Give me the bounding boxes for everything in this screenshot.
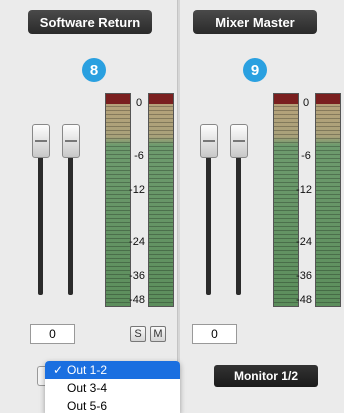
- meter-scale-label: 0: [302, 97, 310, 109]
- monitor-select-button[interactable]: Monitor 1/2: [214, 365, 318, 387]
- meter-scale-label: -36: [296, 270, 312, 282]
- meter-scale-label: -36: [129, 270, 145, 282]
- meter-scale-label: -12: [296, 184, 312, 196]
- channel-title: Mixer Master: [193, 10, 317, 34]
- output-dropdown-menu: ✓ Out 1-2 Out 3-4 Out 5-6: [45, 361, 180, 413]
- fader-handle-left[interactable]: [32, 124, 50, 158]
- meter-scale-label: -6: [134, 150, 144, 162]
- checkmark-icon: ✓: [53, 363, 64, 377]
- menu-item-out-5-6[interactable]: Out 5-6: [45, 397, 180, 413]
- meter-scale-label: -48: [296, 294, 312, 306]
- solo-button[interactable]: S: [130, 326, 146, 342]
- level-meter-right: [315, 93, 341, 307]
- callout-badge: 8: [82, 58, 106, 82]
- meter-scale-label: 0: [135, 97, 143, 109]
- menu-item-label: Out 3-4: [67, 381, 108, 395]
- meter-scale-label: -6: [301, 150, 311, 162]
- fader-handle-right[interactable]: [230, 124, 248, 158]
- meter-scale-label: -24: [296, 236, 312, 248]
- level-meter-right: [148, 93, 174, 307]
- callout-badge: 9: [243, 58, 267, 82]
- fader-handle-left[interactable]: [200, 124, 218, 158]
- meter-scale-label: -12: [129, 184, 145, 196]
- channel-strip-software-return: Software Return 8 0 -6 -12 -24 -36 -48 0…: [0, 0, 178, 413]
- meter-scale-label: -24: [129, 236, 145, 248]
- meter-scale-label: -48: [129, 294, 145, 306]
- peak-indicator: [316, 94, 340, 104]
- menu-item-out-3-4[interactable]: Out 3-4: [45, 379, 180, 397]
- mute-button[interactable]: M: [150, 326, 166, 342]
- gain-value-field[interactable]: 0: [192, 324, 237, 344]
- channel-title: Software Return: [28, 10, 152, 34]
- fader-handle-right[interactable]: [62, 124, 80, 158]
- peak-indicator: [149, 94, 173, 104]
- gain-value-field[interactable]: 0: [30, 324, 75, 344]
- menu-item-label: Out 1-2: [67, 363, 108, 377]
- menu-item-out-1-2[interactable]: ✓ Out 1-2: [45, 361, 180, 379]
- menu-item-label: Out 5-6: [67, 399, 108, 413]
- channel-strip-mixer-master: Mixer Master 9 0 -6 -12 -24 -36 -48 0 Mo…: [180, 0, 344, 413]
